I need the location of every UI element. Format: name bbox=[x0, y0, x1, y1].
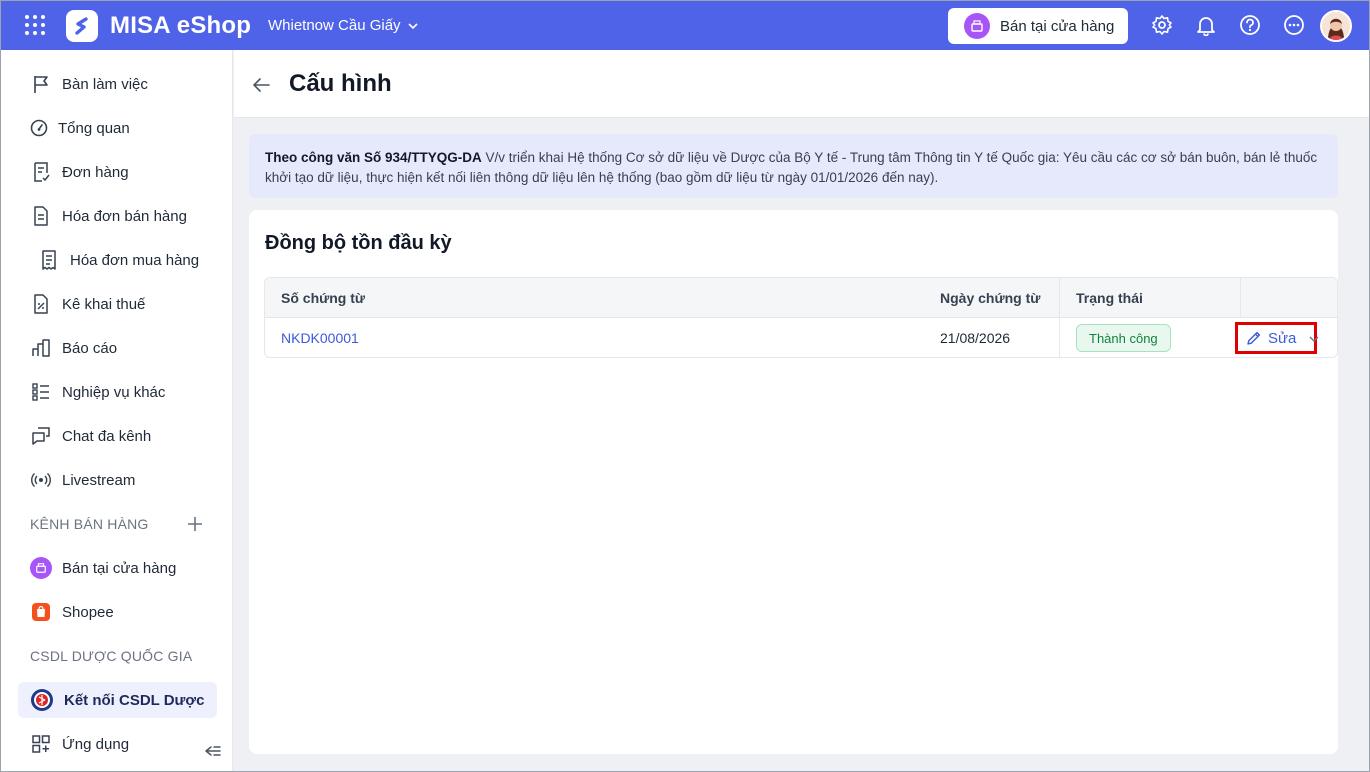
store-register-icon bbox=[30, 557, 52, 579]
apps-icon bbox=[32, 735, 50, 753]
sidebar-item-label: Bán tại cửa hàng bbox=[62, 559, 177, 577]
col-doc-date: Ngày chứng từ bbox=[940, 290, 1041, 306]
pencil-icon bbox=[1247, 331, 1261, 345]
sidebar-item-label: Kết nối CSDL Dược bbox=[64, 691, 205, 709]
collapse-sidebar-icon bbox=[205, 746, 221, 756]
doc-number-link[interactable]: NKDK00001 bbox=[281, 330, 359, 346]
sidebar-item-workspace[interactable]: Bàn làm việc bbox=[18, 66, 217, 102]
top-bar: MISA eShop Whietnow Cầu Giấy Bán tại cửa… bbox=[0, 0, 1370, 50]
branch-selector[interactable]: Whietnow Cầu Giấy bbox=[268, 17, 419, 34]
sidebar-item-label: Hóa đơn bán hàng bbox=[62, 207, 187, 225]
dashboard-gauge-icon bbox=[30, 119, 48, 137]
sidebar-item-label: Livestream bbox=[62, 471, 136, 489]
sidebar-item-label: Hóa đơn mua hàng bbox=[70, 251, 200, 269]
sidebar-item-purchase-invoice[interactable]: Hóa đơn mua hàng bbox=[18, 242, 217, 278]
page-header: Cấu hình bbox=[234, 50, 1370, 118]
sidebar-item-label: Nghiệp vụ khác bbox=[62, 383, 166, 401]
brand-logo-icon[interactable] bbox=[66, 10, 98, 42]
list-icon bbox=[32, 383, 49, 401]
chevron-down-icon[interactable] bbox=[1307, 332, 1321, 346]
notice-reference: Theo công văn Số 934/TTYQG-DA bbox=[265, 150, 482, 165]
sidebar-item-label: Báo cáo bbox=[62, 339, 118, 357]
ministry-health-emblem-icon bbox=[31, 689, 53, 711]
brand-name: MISA eShop bbox=[110, 12, 252, 39]
sell-in-store-label: Bán tại cửa hàng bbox=[1000, 17, 1115, 35]
col-status: Trạng thái bbox=[1076, 290, 1143, 306]
order-doc-icon bbox=[34, 162, 50, 182]
branch-name: Whietnow Cầu Giấy bbox=[268, 17, 401, 34]
sidebar-item-sales-invoice[interactable]: Hóa đơn bán hàng bbox=[18, 198, 217, 234]
sidebar-item-label: Ứng dụng bbox=[62, 735, 130, 753]
sidebar-item-omni-chat[interactable]: Chat đa kênh bbox=[18, 418, 217, 454]
col-doc-no: Số chứng từ bbox=[281, 290, 366, 306]
tax-doc-icon bbox=[34, 294, 48, 314]
page-title: Cấu hình bbox=[289, 70, 392, 97]
back-arrow-icon[interactable] bbox=[250, 74, 272, 96]
sidebar-item-shopee[interactable]: Shopee bbox=[18, 594, 217, 630]
sidebar-item-apps[interactable]: Ứng dụng bbox=[18, 726, 217, 762]
regulation-notice: Theo công văn Số 934/TTYQG-DA V/v triển … bbox=[249, 134, 1338, 198]
sidebar-item-livestream[interactable]: Livestream bbox=[18, 462, 217, 498]
sidebar-item-orders[interactable]: Đơn hàng bbox=[18, 154, 217, 190]
sidebar-item-label: Đơn hàng bbox=[62, 163, 129, 181]
table-row: NKDK00001 21/08/2026 Thành công Sửa bbox=[265, 318, 1337, 357]
shopee-bag-icon bbox=[32, 603, 50, 621]
edit-button[interactable]: Sửa bbox=[1235, 322, 1317, 354]
sidebar: Bàn làm việc Tổng quan Đơn hàng Hóa đơn … bbox=[0, 50, 233, 772]
section-sales-channels: KÊNH BÁN HÀNG bbox=[30, 516, 149, 532]
user-avatar[interactable] bbox=[1320, 10, 1352, 42]
table-header: Số chứng từ Ngày chứng từ Trạng thái bbox=[265, 278, 1337, 318]
help-icon[interactable] bbox=[1239, 14, 1261, 36]
flag-icon bbox=[34, 76, 48, 93]
apps-grid-icon[interactable] bbox=[24, 14, 46, 36]
sidebar-item-pharma-connect[interactable]: Kết nối CSDL Dược bbox=[18, 682, 217, 718]
sidebar-item-store-sales[interactable]: Bán tại cửa hàng bbox=[18, 550, 217, 586]
sidebar-item-label: Chat đa kênh bbox=[62, 427, 152, 445]
status-badge: Thành công bbox=[1076, 324, 1171, 352]
sidebar-item-label: Bàn làm việc bbox=[62, 75, 148, 93]
receipt-icon bbox=[42, 250, 56, 270]
sidebar-item-reports[interactable]: Báo cáo bbox=[18, 330, 217, 366]
collapse-sidebar-button[interactable] bbox=[200, 738, 226, 764]
chat-icon bbox=[32, 427, 50, 445]
bar-chart-icon bbox=[32, 339, 50, 357]
main-content: Cấu hình Theo công văn Số 934/TTYQG-DA V… bbox=[234, 50, 1370, 772]
sidebar-item-label: Shopee bbox=[62, 603, 114, 621]
section-pharma-db: CSDL DƯỢC QUỐC GIA bbox=[30, 648, 193, 664]
sidebar-item-overview[interactable]: Tổng quan bbox=[18, 110, 217, 146]
store-register-icon bbox=[964, 13, 990, 39]
sell-in-store-button[interactable]: Bán tại cửa hàng bbox=[948, 8, 1128, 44]
more-options-icon[interactable] bbox=[1283, 14, 1305, 36]
section-title: Đồng bộ tồn đầu kỳ bbox=[265, 232, 452, 254]
doc-date: 21/08/2026 bbox=[940, 330, 1011, 346]
sidebar-item-other-ops[interactable]: Nghiệp vụ khác bbox=[18, 374, 217, 410]
sidebar-item-label: Kê khai thuế bbox=[62, 295, 146, 313]
broadcast-icon bbox=[31, 472, 51, 488]
add-channel-plus-icon[interactable] bbox=[186, 515, 204, 533]
opening-stock-sync-card: Đồng bộ tồn đầu kỳ Số chứng từ Ngày chứn… bbox=[249, 210, 1338, 754]
sidebar-item-label: Tổng quan bbox=[58, 119, 130, 137]
edit-label: Sửa bbox=[1268, 329, 1297, 347]
invoice-icon bbox=[34, 206, 48, 226]
sidebar-item-tax[interactable]: Kê khai thuế bbox=[18, 286, 217, 322]
notification-bell-icon[interactable] bbox=[1195, 14, 1217, 36]
chevron-down-icon bbox=[407, 22, 418, 29]
settings-gear-icon[interactable] bbox=[1151, 14, 1173, 36]
sync-table: Số chứng từ Ngày chứng từ Trạng thái NKD… bbox=[264, 277, 1338, 358]
